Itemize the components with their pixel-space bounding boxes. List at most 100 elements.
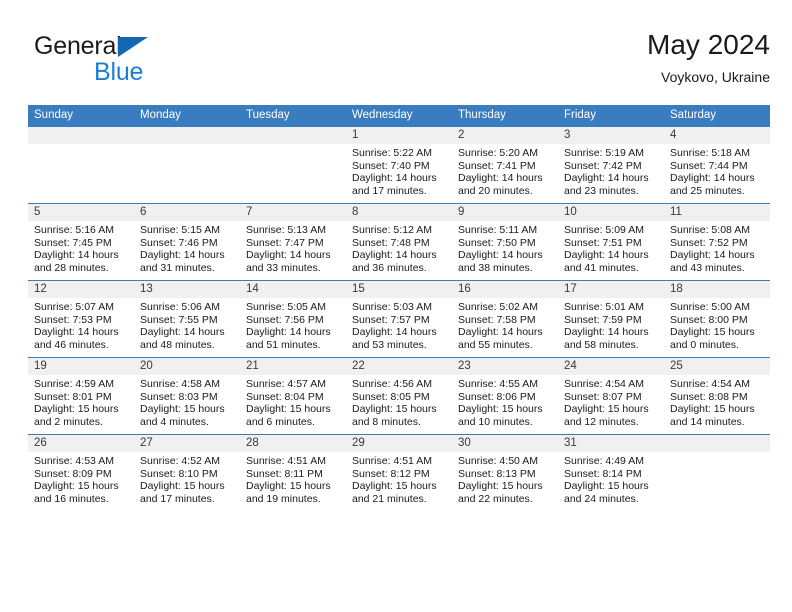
day-details: Sunrise: 5:03 AM Sunset: 7:57 PM Daylight:… [346,298,452,351]
day-details [134,144,240,147]
calendar-day-cell[interactable]: 20 Sunrise: 4:58 AM Sunset: 8:03 PM Dayligh… [134,357,240,435]
calendar-day-cell[interactable]: 3 Sunrise: 5:19 AM Sunset: 7:42 PM Daylight… [558,126,664,204]
sunrise-text: Sunrise: 5:20 AM [458,147,538,159]
calendar-day-cell[interactable]: 12 Sunrise: 5:07 AM Sunset: 7:53 PM Dayligh… [28,280,134,358]
daylight-text: Daylight: 14 hours and 17 minutes. [352,172,437,197]
daylight-text: Daylight: 14 hours and 58 minutes. [564,326,649,351]
sunrise-text: Sunrise: 5:18 AM [670,147,750,159]
sunrise-text: Sunrise: 5:05 AM [246,301,326,313]
calendar-day-cell[interactable]: 15 Sunrise: 5:03 AM Sunset: 7:57 PM Dayligh… [346,280,452,358]
daylight-text: Daylight: 15 hours and 22 minutes. [458,480,543,505]
calendar-empty-cell [28,126,134,204]
calendar-day-cell[interactable]: 1 Sunrise: 5:22 AM Sunset: 7:40 PM Daylight… [346,126,452,204]
sunrise-text: Sunrise: 5:07 AM [34,301,114,313]
calendar-table: Sunday Monday Tuesday Wednesday Thursday… [28,105,770,511]
calendar-day-cell[interactable]: 4 Sunrise: 5:18 AM Sunset: 7:44 PM Daylight… [664,126,770,204]
calendar-day-cell[interactable]: 28 Sunrise: 4:51 AM Sunset: 8:11 PM Dayligh… [240,434,346,511]
day-number: 15 [346,281,452,298]
day-cell-content: 16 Sunrise: 5:02 AM Sunset: 7:58 PM Dayligh… [452,281,558,357]
daylight-text: Daylight: 14 hours and 51 minutes. [246,326,331,351]
sunset-text: Sunset: 7:48 PM [352,236,430,249]
calendar-day-cell[interactable]: 25 Sunrise: 4:54 AM Sunset: 8:08 PM Dayligh… [664,357,770,435]
day-cell-content: 3 Sunrise: 5:19 AM Sunset: 7:42 PM Daylight… [558,127,664,203]
calendar-day-cell[interactable]: 17 Sunrise: 5:01 AM Sunset: 7:59 PM Dayligh… [558,280,664,358]
day-details: Sunrise: 5:08 AM Sunset: 7:52 PM Daylight:… [664,221,770,274]
calendar-day-cell[interactable]: 14 Sunrise: 5:05 AM Sunset: 7:56 PM Dayligh… [240,280,346,358]
day-details: Sunrise: 4:50 AM Sunset: 8:13 PM Daylight:… [452,452,558,505]
sunset-text: Sunset: 7:41 PM [458,159,536,172]
calendar-day-cell[interactable]: 19 Sunrise: 4:59 AM Sunset: 8:01 PM Dayligh… [28,357,134,435]
daylight-text: Daylight: 14 hours and 41 minutes. [564,249,649,274]
calendar-day-cell[interactable]: 24 Sunrise: 4:54 AM Sunset: 8:07 PM Dayligh… [558,357,664,435]
day-details: Sunrise: 5:15 AM Sunset: 7:46 PM Daylight:… [134,221,240,274]
calendar-day-cell[interactable]: 8 Sunrise: 5:12 AM Sunset: 7:48 PM Daylight… [346,203,452,281]
daylight-text: Daylight: 15 hours and 0 minutes. [670,326,755,351]
sunrise-text: Sunrise: 4:53 AM [34,455,114,467]
calendar-day-cell[interactable]: 23 Sunrise: 4:55 AM Sunset: 8:06 PM Dayligh… [452,357,558,435]
sunrise-text: Sunrise: 5:15 AM [140,224,220,236]
day-number [240,127,346,144]
day-cell-content: 2 Sunrise: 5:20 AM Sunset: 7:41 PM Daylight… [452,127,558,203]
daylight-text: Daylight: 14 hours and 46 minutes. [34,326,119,351]
day-cell-content: 31 Sunrise: 4:49 AM Sunset: 8:14 PM Dayligh… [558,435,664,511]
day-details: Sunrise: 5:09 AM Sunset: 7:51 PM Daylight:… [558,221,664,274]
calendar-day-cell[interactable]: 11 Sunrise: 5:08 AM Sunset: 7:52 PM Dayligh… [664,203,770,281]
day-cell-content: 7 Sunrise: 5:13 AM Sunset: 7:47 PM Daylight… [240,204,346,280]
sunset-text: Sunset: 7:58 PM [458,313,536,326]
day-number [134,127,240,144]
calendar-day-cell[interactable]: 10 Sunrise: 5:09 AM Sunset: 7:51 PM Dayligh… [558,203,664,281]
sunset-text: Sunset: 8:13 PM [458,467,536,480]
calendar-empty-cell [240,126,346,204]
sunrise-text: Sunrise: 5:02 AM [458,301,538,313]
calendar-day-cell[interactable]: 13 Sunrise: 5:06 AM Sunset: 7:55 PM Dayligh… [134,280,240,358]
calendar-day-cell[interactable]: 7 Sunrise: 5:13 AM Sunset: 7:47 PM Daylight… [240,203,346,281]
sunrise-text: Sunrise: 4:55 AM [458,378,538,390]
day-details: Sunrise: 5:12 AM Sunset: 7:48 PM Daylight:… [346,221,452,274]
day-details: Sunrise: 4:51 AM Sunset: 8:11 PM Daylight:… [240,452,346,505]
title-block: May 2024 Voykovo, Ukraine [647,28,770,87]
sunset-text: Sunset: 8:09 PM [34,467,112,480]
day-details: Sunrise: 4:52 AM Sunset: 8:10 PM Daylight:… [134,452,240,505]
sunrise-text: Sunrise: 5:03 AM [352,301,432,313]
day-number: 7 [240,204,346,221]
weekday-header-tuesday: Tuesday [240,105,346,127]
calendar-day-cell[interactable]: 30 Sunrise: 4:50 AM Sunset: 8:13 PM Dayligh… [452,434,558,511]
calendar-day-cell[interactable]: 29 Sunrise: 4:51 AM Sunset: 8:12 PM Dayligh… [346,434,452,511]
logo-text-blue: Blue [94,58,144,86]
calendar-day-cell[interactable]: 9 Sunrise: 5:11 AM Sunset: 7:50 PM Daylight… [452,203,558,281]
day-number: 11 [664,204,770,221]
calendar-day-cell[interactable]: 21 Sunrise: 4:57 AM Sunset: 8:04 PM Dayligh… [240,357,346,435]
daylight-text: Daylight: 14 hours and 53 minutes. [352,326,437,351]
calendar-day-cell[interactable]: 6 Sunrise: 5:15 AM Sunset: 7:46 PM Daylight… [134,203,240,281]
daylight-text: Daylight: 14 hours and 43 minutes. [670,249,755,274]
sunset-text: Sunset: 7:53 PM [34,313,112,326]
day-details: Sunrise: 4:54 AM Sunset: 8:07 PM Daylight:… [558,375,664,428]
sunrise-text: Sunrise: 4:54 AM [564,378,644,390]
day-cell-content: 28 Sunrise: 4:51 AM Sunset: 8:11 PM Dayligh… [240,435,346,511]
daylight-text: Daylight: 14 hours and 20 minutes. [458,172,543,197]
sunrise-text: Sunrise: 5:06 AM [140,301,220,313]
day-details: Sunrise: 5:19 AM Sunset: 7:42 PM Daylight:… [558,144,664,197]
calendar-day-cell[interactable]: 16 Sunrise: 5:02 AM Sunset: 7:58 PM Dayligh… [452,280,558,358]
sunrise-text: Sunrise: 4:54 AM [670,378,750,390]
calendar-day-cell[interactable]: 22 Sunrise: 4:56 AM Sunset: 8:05 PM Dayligh… [346,357,452,435]
calendar-day-cell[interactable]: 27 Sunrise: 4:52 AM Sunset: 8:10 PM Dayligh… [134,434,240,511]
day-cell-content: 22 Sunrise: 4:56 AM Sunset: 8:05 PM Dayligh… [346,358,452,434]
calendar-day-cell[interactable]: 31 Sunrise: 4:49 AM Sunset: 8:14 PM Dayligh… [558,434,664,511]
day-cell-content: 25 Sunrise: 4:54 AM Sunset: 8:08 PM Dayligh… [664,358,770,434]
day-details: Sunrise: 5:11 AM Sunset: 7:50 PM Daylight:… [452,221,558,274]
day-cell-content [240,127,346,203]
sunrise-text: Sunrise: 5:13 AM [246,224,326,236]
calendar-day-cell[interactable]: 2 Sunrise: 5:20 AM Sunset: 7:41 PM Daylight… [452,126,558,204]
sunset-text: Sunset: 7:52 PM [670,236,748,249]
calendar-day-cell[interactable]: 5 Sunrise: 5:16 AM Sunset: 7:45 PM Daylight… [28,203,134,281]
general-blue-logo[interactable]: General Blue [34,32,254,94]
daylight-text: Daylight: 14 hours and 23 minutes. [564,172,649,197]
day-number: 26 [28,435,134,452]
day-details [664,452,770,455]
calendar-day-cell[interactable]: 26 Sunrise: 4:53 AM Sunset: 8:09 PM Dayligh… [28,434,134,511]
calendar-week-row: 19 Sunrise: 4:59 AM Sunset: 8:01 PM Dayligh… [28,357,770,435]
calendar-day-cell[interactable]: 18 Sunrise: 5:00 AM Sunset: 8:00 PM Dayligh… [664,280,770,358]
sunrise-text: Sunrise: 5:19 AM [564,147,644,159]
sunrise-text: Sunrise: 4:57 AM [246,378,326,390]
